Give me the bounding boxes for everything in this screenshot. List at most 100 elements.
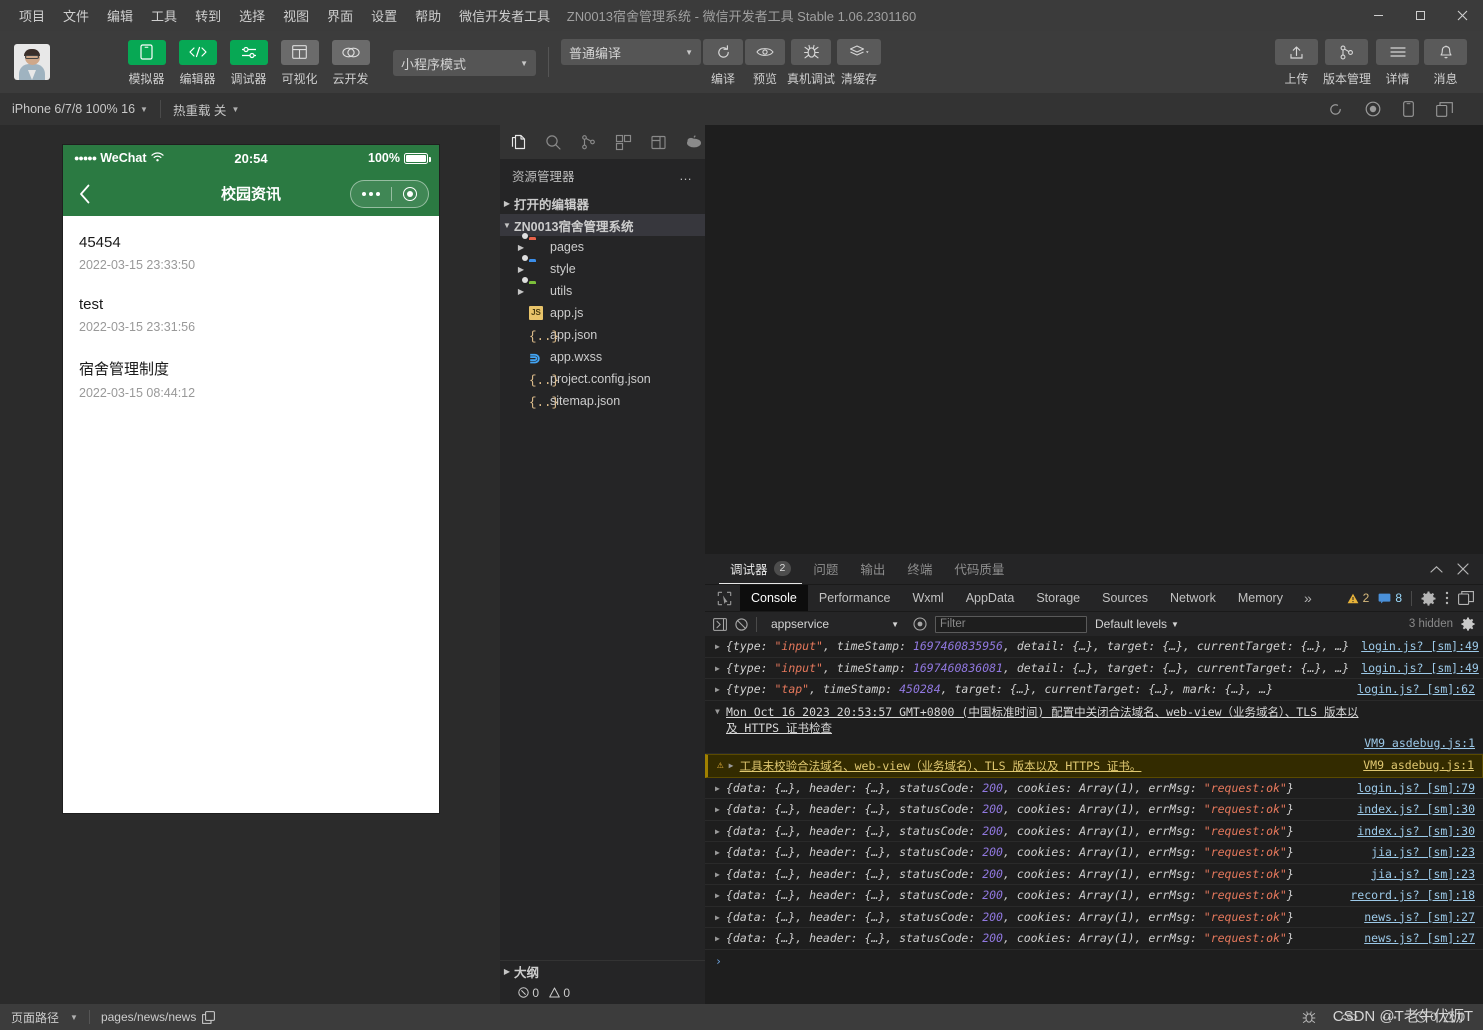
extensions-icon[interactable]: [615, 134, 632, 151]
editor-area[interactable]: [705, 125, 1483, 554]
console-source-link[interactable]: jia.js? [sm]:23: [1359, 867, 1475, 881]
chevron-up-icon[interactable]: [1430, 565, 1443, 574]
filter-input[interactable]: Filter: [935, 615, 1087, 633]
menu-item-file[interactable]: 文件: [54, 2, 98, 29]
copy-icon[interactable]: [202, 1010, 216, 1024]
console-prompt[interactable]: ›: [705, 950, 1483, 972]
expand-arrow-icon[interactable]: ▶: [715, 639, 726, 651]
bug-icon[interactable]: [1301, 1010, 1317, 1025]
devtools-tab-console[interactable]: Console: [740, 584, 808, 612]
upload-button[interactable]: 上传: [1274, 37, 1318, 87]
expand-arrow-icon[interactable]: ▶: [715, 910, 726, 922]
tree-item-app-json[interactable]: {..} app.json: [500, 324, 705, 346]
devtools-tab-memory[interactable]: Memory: [1227, 585, 1294, 612]
compile-button[interactable]: 编译: [703, 37, 743, 87]
eye-icon[interactable]: [1341, 1011, 1358, 1023]
source-control-icon[interactable]: [580, 134, 597, 151]
context-select[interactable]: appservice ▼: [765, 617, 905, 631]
devtools-tab-performance[interactable]: Performance: [808, 585, 902, 612]
menu-item-devtools[interactable]: 微信开发者工具: [450, 2, 559, 29]
warning-count-item[interactable]: 0: [549, 986, 570, 1000]
error-count-item[interactable]: 0: [1415, 1010, 1437, 1024]
compile-mode-select[interactable]: 普通编译 ▼: [561, 39, 701, 65]
preview-button[interactable]: 预览: [745, 37, 785, 87]
console-source-link[interactable]: index.js? [sm]:30: [1345, 802, 1475, 816]
error-count-item[interactable]: 0: [518, 986, 539, 1000]
live-expression-icon[interactable]: [913, 617, 927, 631]
expand-arrow-icon[interactable]: ▶: [715, 682, 726, 694]
more-icon[interactable]: [1382, 1015, 1397, 1020]
console-source-link[interactable]: VM9 asdebug.js:1: [1352, 736, 1475, 750]
target-icon[interactable]: [392, 181, 428, 207]
console-source-link[interactable]: VM9 asdebug.js:1: [1351, 758, 1474, 772]
console-source-link[interactable]: news.js? [sm]:27: [1352, 910, 1475, 924]
project-mode-select[interactable]: 小程序模式 ▼: [393, 50, 536, 76]
console-source-link[interactable]: login.js? [sm]:49: [1349, 661, 1479, 675]
window-icon[interactable]: [1436, 101, 1453, 117]
menu-item-view[interactable]: 视图: [274, 2, 318, 29]
tree-item-app-js[interactable]: JS app.js: [500, 302, 705, 324]
console-log-row[interactable]: ▶ {data: {…}, header: {…}, statusCode: 20…: [705, 928, 1483, 950]
console-log-row[interactable]: ▶ {data: {…}, header: {…}, statusCode: 20…: [705, 864, 1483, 885]
message-badge[interactable]: 8: [1378, 591, 1402, 605]
expand-arrow-icon[interactable]: ▶: [715, 845, 726, 857]
close-button[interactable]: [1441, 0, 1483, 31]
clear-console-icon[interactable]: [735, 617, 748, 631]
search-icon[interactable]: [545, 134, 562, 151]
console-source-link[interactable]: news.js? [sm]:27: [1352, 931, 1475, 945]
tab-terminal[interactable]: 终端: [896, 554, 943, 584]
menu-item-edit[interactable]: 编辑: [98, 2, 142, 29]
clear-cache-button[interactable]: 清缓存: [837, 37, 882, 87]
tab-output[interactable]: 输出: [849, 554, 896, 584]
devtools-tab-network[interactable]: Network: [1159, 585, 1227, 612]
outline-section[interactable]: ▶ 大纲: [500, 960, 705, 982]
tree-item-utils[interactable]: ▶ utils: [500, 276, 705, 302]
menu-item-project[interactable]: 项目: [10, 2, 54, 29]
details-button[interactable]: 详情: [1376, 37, 1419, 87]
warning-count-item[interactable]: 0: [1443, 1010, 1465, 1024]
tab-code-quality[interactable]: 代码质量: [943, 554, 1015, 584]
minimize-button[interactable]: [1357, 0, 1399, 31]
tree-item-project-config[interactable]: {..} project.config.json: [500, 368, 705, 390]
tree-item-app-wxss[interactable]: ⋑ app.wxss: [500, 346, 705, 368]
console-source-link[interactable]: record.js? [sm]:18: [1338, 888, 1475, 902]
phone-icon[interactable]: [1403, 101, 1414, 117]
console-source-link[interactable]: jia.js? [sm]:23: [1359, 845, 1475, 859]
list-item[interactable]: 45454 2022-03-15 23:33:50: [79, 234, 423, 272]
hot-reload-select[interactable]: 热重载 关 ▼: [161, 93, 251, 125]
menu-item-goto[interactable]: 转到: [186, 2, 230, 29]
tab-debugger[interactable]: 调试器 2: [719, 554, 803, 584]
devtools-tab-appdata[interactable]: AppData: [955, 585, 1026, 612]
console-log-row[interactable]: ▶ {data: {…}, header: {…}, statusCode: 20…: [705, 885, 1483, 907]
tree-open-editors[interactable]: ▶ 打开的编辑器: [500, 192, 705, 214]
visualization-button[interactable]: 可视化: [275, 38, 324, 87]
console-log-row[interactable]: ▶ {type: "input", timeStamp: 169746083608…: [705, 658, 1483, 679]
console-log-row[interactable]: ▶ {type: "input", timeStamp: 169746083595…: [705, 636, 1483, 658]
refresh-icon[interactable]: [1328, 102, 1343, 117]
log-levels-select[interactable]: Default levels ▼: [1095, 617, 1179, 631]
console-log-row[interactable]: ▶ {data: {…}, header: {…}, statusCode: 20…: [705, 907, 1483, 928]
console-log-row[interactable]: ▶ {data: {…}, header: {…}, statusCode: 20…: [705, 842, 1483, 864]
expand-arrow-icon[interactable]: ▶: [715, 661, 726, 673]
menu-item-tools[interactable]: 工具: [142, 2, 186, 29]
tree-item-sitemap[interactable]: {..} sitemap.json: [500, 390, 705, 412]
record-icon[interactable]: [1365, 101, 1381, 117]
menu-item-help[interactable]: 帮助: [406, 2, 450, 29]
console-output[interactable]: ▶ {type: "input", timeStamp: 169746083595…: [705, 636, 1483, 1004]
console-log-row[interactable]: ▶ {data: {…}, header: {…}, statusCode: 20…: [705, 799, 1483, 821]
collapse-arrow-icon[interactable]: ▼: [715, 704, 726, 716]
real-device-debug-button[interactable]: 真机调试: [787, 37, 835, 87]
debug-cloud-icon[interactable]: [685, 135, 703, 149]
console-warning-row[interactable]: ⚠ ▶ 工具未校验合法域名、web-view（业务域名）、TLS 版本以及 HTTP…: [705, 753, 1483, 778]
console-source-link[interactable]: login.js? [sm]:79: [1345, 781, 1475, 795]
tree-project-root[interactable]: ▼ ZN0013宿舍管理系统: [500, 214, 705, 236]
devtools-tab-wxml[interactable]: Wxml: [901, 585, 954, 612]
version-control-button[interactable]: 版本管理: [1323, 37, 1371, 87]
devtools-tab-sources[interactable]: Sources: [1091, 585, 1159, 612]
expand-arrow-icon[interactable]: ▶: [715, 867, 726, 879]
page-path-select[interactable]: 页面路径 ▼: [0, 1004, 89, 1030]
simulator-button[interactable]: 模拟器: [122, 38, 171, 87]
expand-arrow-icon[interactable]: ▶: [715, 824, 726, 836]
dock-icon[interactable]: [1458, 591, 1474, 605]
tree-item-style[interactable]: ▶ style: [500, 254, 705, 280]
